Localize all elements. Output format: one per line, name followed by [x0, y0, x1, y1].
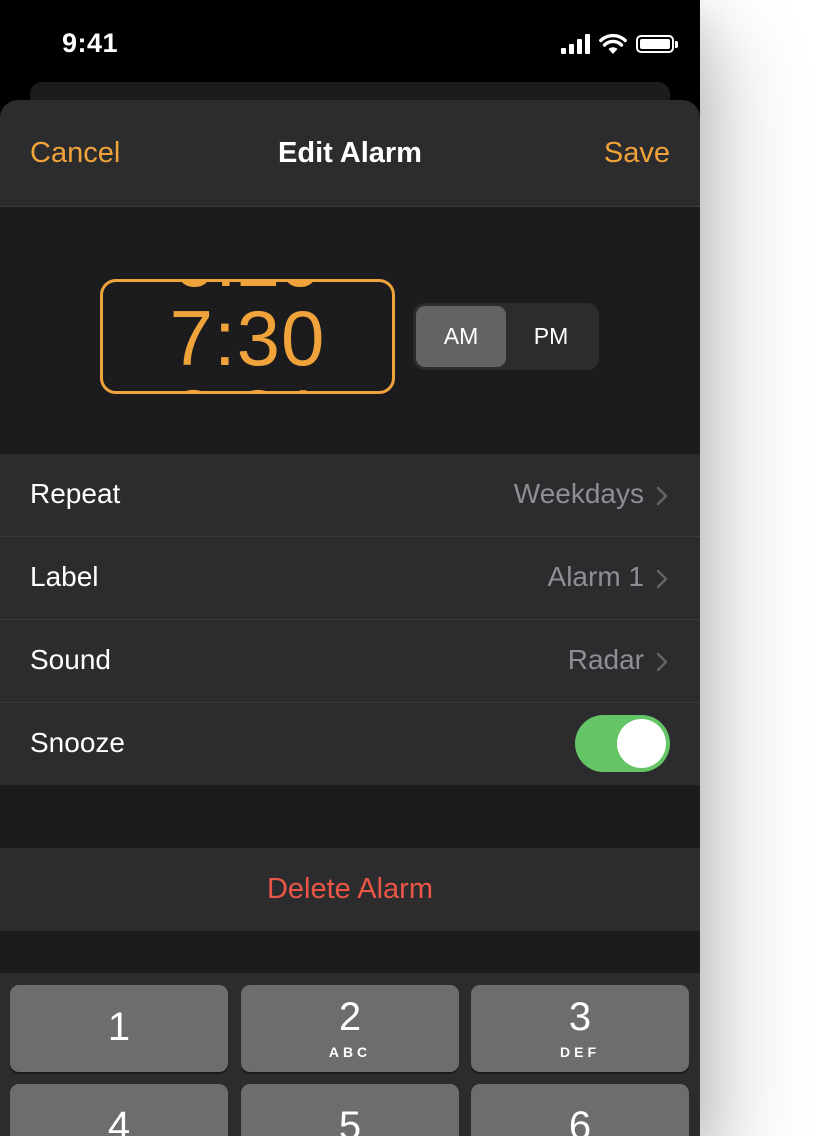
key-digit: 5 [338, 1104, 362, 1136]
wifi-icon [599, 33, 627, 54]
sound-value: Radar [567, 644, 644, 675]
snooze-label: Snooze [30, 727, 125, 758]
label-row[interactable]: Label Alarm 1 [0, 537, 700, 620]
page-title: Edit Alarm [278, 137, 422, 169]
delete-alarm-button[interactable]: Delete Alarm [0, 848, 700, 931]
toggle-knob [617, 719, 666, 768]
status-time: 9:41 [62, 28, 119, 58]
key-3[interactable]: 3 DEF [471, 985, 689, 1072]
key-digit: 4 [107, 1104, 131, 1136]
key-digit: 6 [568, 1104, 592, 1136]
key-digit: 2 [338, 995, 362, 1039]
cellular-signal-icon [561, 34, 590, 54]
time-picker-field[interactable]: 6:29 7:30 8:31 [100, 279, 395, 394]
key-1[interactable]: 1 [10, 985, 228, 1072]
save-button[interactable]: Save [604, 137, 670, 170]
numeric-keypad: 1 2 ABC 3 DEF 4 5 6 [0, 973, 700, 1136]
label-label: Label [30, 561, 99, 592]
repeat-label: Repeat [30, 478, 121, 509]
am-pm-segmented-control: AM PM [413, 303, 599, 370]
repeat-value: Weekdays [513, 478, 644, 509]
key-digit: 3 [568, 995, 592, 1039]
alarm-settings-list: Repeat Weekdays Label Alarm 1 Sound Rada… [0, 454, 700, 785]
key-digit: 1 [107, 1005, 131, 1049]
time-picker-next-value: 8:31 [103, 372, 392, 391]
sound-row[interactable]: Sound Radar [0, 620, 700, 703]
time-picker-value: 7:30 [169, 294, 326, 382]
status-bar: 9:41 [0, 0, 700, 90]
repeat-row[interactable]: Repeat Weekdays [0, 454, 700, 537]
battery-icon [636, 35, 678, 53]
key-letters: ABC [328, 1044, 372, 1060]
label-value: Alarm 1 [547, 561, 644, 592]
nav-bar: Cancel Edit Alarm Save [0, 100, 700, 207]
key-5[interactable]: 5 [241, 1084, 459, 1136]
pm-segment[interactable]: PM [506, 306, 596, 367]
key-4[interactable]: 4 [10, 1084, 228, 1136]
key-2[interactable]: 2 ABC [241, 985, 459, 1072]
phone-screen: 9:41 Cancel Edit Alarm Save 6:29 7:30 8:… [0, 0, 700, 1136]
snooze-row: Snooze [0, 703, 700, 785]
chevron-right-icon [656, 486, 668, 506]
chevron-right-icon [656, 652, 668, 672]
delete-alarm-label: Delete Alarm [266, 873, 433, 905]
snooze-toggle[interactable] [575, 715, 670, 772]
key-letters: DEF [560, 1044, 600, 1060]
time-picker-area: 6:29 7:30 8:31 AM PM [0, 207, 700, 454]
am-segment[interactable]: AM [416, 306, 506, 367]
edit-alarm-sheet: Cancel Edit Alarm Save 6:29 7:30 8:31 AM… [0, 100, 700, 1136]
chevron-right-icon [656, 569, 668, 589]
sound-label: Sound [30, 644, 111, 675]
key-6[interactable]: 6 [471, 1084, 689, 1136]
status-icons [561, 33, 678, 55]
